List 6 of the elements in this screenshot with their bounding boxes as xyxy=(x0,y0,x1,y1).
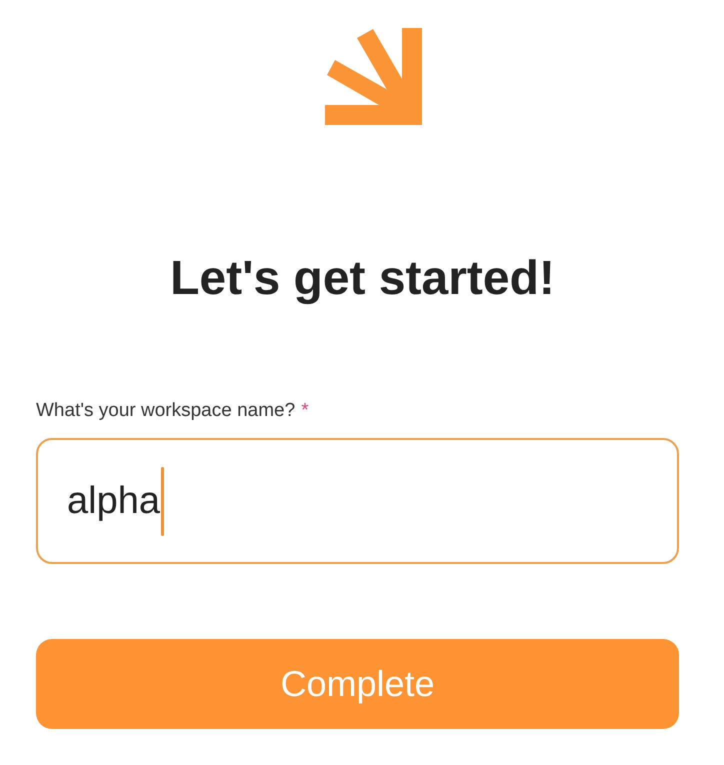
field-label: What's your workspace name? xyxy=(36,399,296,423)
input-field[interactable]: alpha xyxy=(36,438,679,564)
required-mark: * xyxy=(301,399,309,423)
text-cursor xyxy=(160,466,164,536)
page-heading: Let's get started! xyxy=(169,251,555,307)
logo-icon xyxy=(324,28,422,125)
